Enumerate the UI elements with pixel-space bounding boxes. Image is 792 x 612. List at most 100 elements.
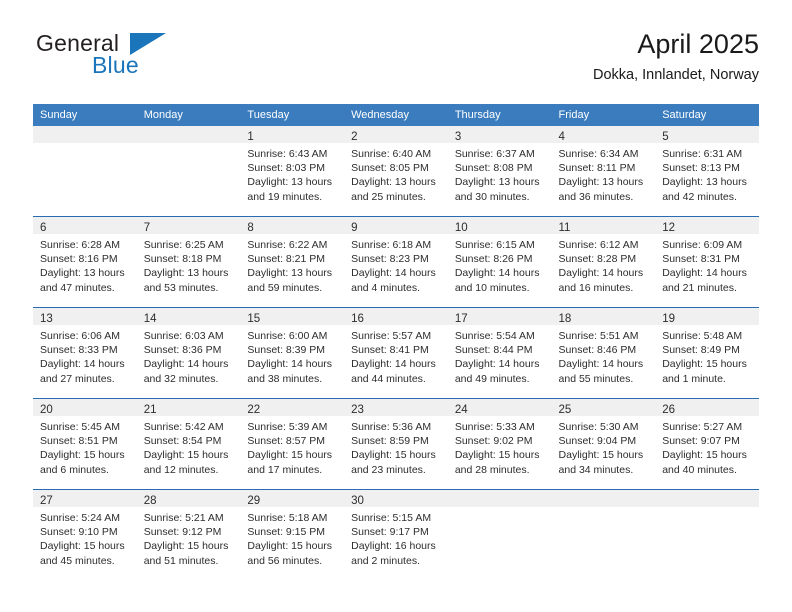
daylight-text: Daylight: 15 hours and 17 minutes.: [247, 449, 333, 476]
day-number: 22: [247, 404, 261, 416]
calendar-day-cell[interactable]: 9 Sunrise: 6:18 AM Sunset: 8:23 PM Daylight…: [344, 216, 448, 308]
calendar-day-cell[interactable]: 11 Sunrise: 6:12 AM Sunset: 8:28 PM Dayligh…: [551, 216, 656, 308]
date-band: 12: [655, 217, 759, 234]
sunrise-text: Sunrise: 5:54 AM: [454, 330, 535, 342]
daylight-text: Daylight: 16 hours and 2 minutes.: [351, 540, 436, 567]
calendar-day-cell[interactable]: 17 Sunrise: 5:54 AM Sunset: 8:44 PM Dayligh…: [447, 307, 552, 399]
calendar-day-cell[interactable]: 18 Sunrise: 5:51 AM Sunset: 8:46 PM Dayligh…: [551, 307, 656, 399]
day-cell-inner: 18 Sunrise: 5:51 AM Sunset: 8:46 PM Dayligh…: [551, 308, 656, 398]
sunrise-text: Sunrise: 6:37 AM: [454, 148, 535, 160]
calendar-day-cell[interactable]: 23 Sunrise: 5:36 AM Sunset: 8:59 PM Dayligh…: [344, 398, 448, 490]
daylight-text: Daylight: 14 hours and 10 minutes.: [454, 267, 540, 294]
date-band: 25: [551, 399, 656, 416]
day-number: 9: [351, 222, 358, 234]
day-cell-inner: [551, 490, 656, 580]
day-cell-inner: 14 Sunrise: 6:03 AM Sunset: 8:36 PM Dayligh…: [136, 308, 241, 398]
sunrise-text: Sunrise: 6:25 AM: [143, 239, 224, 251]
date-band: 7: [136, 217, 241, 234]
day-cell-inner: 30 Sunrise: 5:15 AM Sunset: 9:17 PM Dayligh…: [344, 490, 448, 580]
day-cell-inner: 5 Sunrise: 6:31 AM Sunset: 8:13 PM Daylight…: [655, 126, 759, 216]
daylight-text: Daylight: 15 hours and 1 minute.: [662, 358, 747, 385]
day-cell-inner: 7 Sunrise: 6:25 AM Sunset: 8:18 PM Daylight…: [136, 217, 241, 307]
day-details: Sunrise: 5:42 AM Sunset: 8:54 PM Daylight:…: [137, 416, 241, 477]
calendar-day-cell[interactable]: 16 Sunrise: 5:57 AM Sunset: 8:41 PM Dayligh…: [344, 307, 448, 399]
sunrise-text: Sunrise: 6:09 AM: [662, 239, 743, 251]
day-details: Sunrise: 5:54 AM Sunset: 8:44 PM Daylight:…: [448, 325, 552, 386]
day-number: 21: [143, 404, 157, 416]
sunrise-text: Sunrise: 5:27 AM: [662, 421, 743, 433]
sunrise-text: Sunrise: 5:51 AM: [558, 330, 639, 342]
calendar-day-cell[interactable]: 21 Sunrise: 5:42 AM Sunset: 8:54 PM Dayligh…: [136, 398, 241, 490]
calendar-day-cell[interactable]: 13 Sunrise: 6:06 AM Sunset: 8:33 PM Dayligh…: [33, 307, 137, 399]
day-cell-inner: 20 Sunrise: 5:45 AM Sunset: 8:51 PM Dayligh…: [33, 399, 137, 489]
calendar-day-cell[interactable]: 1 Sunrise: 6:43 AM Sunset: 8:03 PM Daylight…: [240, 126, 345, 217]
sunset-text: Sunset: 9:17 PM: [351, 526, 429, 539]
calendar-day-cell[interactable]: 4 Sunrise: 6:34 AM Sunset: 8:11 PM Daylight…: [551, 126, 656, 217]
day-cell-inner: 6 Sunrise: 6:28 AM Sunset: 8:16 PM Daylight…: [33, 217, 137, 307]
calendar-day-cell[interactable]: 8 Sunrise: 6:22 AM Sunset: 8:21 PM Daylight…: [240, 216, 345, 308]
calendar-day-cell[interactable]: 27 Sunrise: 5:24 AM Sunset: 9:10 PM Dayligh…: [33, 489, 137, 580]
daylight-text: Daylight: 13 hours and 53 minutes.: [143, 267, 229, 294]
calendar-day-cell[interactable]: 26 Sunrise: 5:27 AM Sunset: 9:07 PM Dayligh…: [655, 398, 759, 490]
weekday-header-wednesday: Wednesday: [344, 104, 448, 126]
day-details: Sunrise: 5:39 AM Sunset: 8:57 PM Daylight:…: [240, 416, 344, 477]
calendar-day-cell[interactable]: 6 Sunrise: 6:28 AM Sunset: 8:16 PM Daylight…: [33, 216, 137, 308]
sunrise-text: Sunrise: 5:33 AM: [454, 421, 535, 433]
calendar-day-cell[interactable]: 29 Sunrise: 5:18 AM Sunset: 9:15 PM Dayligh…: [240, 489, 345, 580]
sunset-text: Sunset: 8:16 PM: [40, 253, 118, 266]
day-cell-inner: 15 Sunrise: 6:00 AM Sunset: 8:39 PM Dayligh…: [240, 308, 345, 398]
calendar-day-cell[interactable]: 2 Sunrise: 6:40 AM Sunset: 8:05 PM Daylight…: [344, 126, 448, 217]
day-details: Sunrise: 6:22 AM Sunset: 8:21 PM Daylight:…: [240, 234, 344, 295]
day-number: 11: [558, 222, 571, 234]
calendar-day-cell[interactable]: 19 Sunrise: 5:48 AM Sunset: 8:49 PM Dayligh…: [655, 307, 759, 399]
day-details: Sunrise: 6:43 AM Sunset: 8:03 PM Daylight:…: [240, 143, 344, 204]
day-cell-inner: 22 Sunrise: 5:39 AM Sunset: 8:57 PM Dayligh…: [240, 399, 345, 489]
sunset-text: Sunset: 9:12 PM: [143, 526, 222, 539]
day-details: Sunrise: 6:18 AM Sunset: 8:23 PM Daylight:…: [344, 234, 448, 295]
day-details: Sunrise: 6:03 AM Sunset: 8:36 PM Daylight:…: [137, 325, 241, 386]
general-blue-logo: General Blue: [33, 28, 233, 84]
date-band: 23: [344, 399, 448, 416]
daylight-text: Daylight: 14 hours and 49 minutes.: [454, 358, 540, 385]
day-details: Sunrise: 5:45 AM Sunset: 8:51 PM Daylight:…: [33, 416, 137, 477]
calendar-day-cell[interactable]: 28 Sunrise: 5:21 AM Sunset: 9:12 PM Dayligh…: [136, 489, 241, 580]
sunset-text: Sunset: 8:11 PM: [558, 162, 636, 175]
weekday-header-row: Sunday Monday Tuesday Wednesday Thursday…: [33, 104, 759, 126]
day-number: 12: [662, 222, 676, 234]
daylight-text: Daylight: 13 hours and 47 minutes.: [40, 267, 125, 294]
calendar-week-row: 6 Sunrise: 6:28 AM Sunset: 8:16 PM Daylight…: [33, 216, 759, 308]
calendar-day-cell[interactable]: 5 Sunrise: 6:31 AM Sunset: 8:13 PM Daylight…: [655, 126, 759, 217]
calendar-day-cell[interactable]: 7 Sunrise: 6:25 AM Sunset: 8:18 PM Daylight…: [136, 216, 241, 308]
sunset-text: Sunset: 8:44 PM: [454, 344, 533, 357]
day-details: Sunrise: 5:27 AM Sunset: 9:07 PM Daylight:…: [655, 416, 759, 477]
date-band: 22: [240, 399, 345, 416]
calendar-day-cell[interactable]: 12 Sunrise: 6:09 AM Sunset: 8:31 PM Dayligh…: [655, 216, 759, 308]
calendar-day-cell[interactable]: 3 Sunrise: 6:37 AM Sunset: 8:08 PM Daylight…: [447, 126, 552, 217]
calendar-day-cell[interactable]: 14 Sunrise: 6:03 AM Sunset: 8:36 PM Dayligh…: [136, 307, 241, 399]
calendar-day-cell[interactable]: 10 Sunrise: 6:15 AM Sunset: 8:26 PM Dayligh…: [447, 216, 552, 308]
daylight-text: Daylight: 14 hours and 27 minutes.: [40, 358, 125, 385]
day-cell-inner: [33, 126, 137, 216]
day-number: 30: [351, 495, 364, 507]
sunrise-text: Sunrise: 5:39 AM: [247, 421, 328, 433]
sunset-text: Sunset: 8:18 PM: [143, 253, 222, 266]
sunset-text: Sunset: 8:21 PM: [247, 253, 326, 266]
sunrise-text: Sunrise: 5:42 AM: [143, 421, 224, 433]
day-details: Sunrise: 6:28 AM Sunset: 8:16 PM Daylight:…: [33, 234, 137, 295]
day-details: Sunrise: 6:37 AM Sunset: 8:08 PM Daylight:…: [448, 143, 552, 204]
calendar-day-cell[interactable]: 22 Sunrise: 5:39 AM Sunset: 8:57 PM Dayligh…: [240, 398, 345, 490]
daylight-text: Daylight: 14 hours and 32 minutes.: [143, 358, 229, 385]
sunset-text: Sunset: 8:05 PM: [351, 162, 429, 175]
day-details: Sunrise: 6:34 AM Sunset: 8:11 PM Daylight:…: [552, 143, 656, 204]
calendar-day-cell[interactable]: 30 Sunrise: 5:15 AM Sunset: 9:17 PM Dayligh…: [344, 489, 448, 580]
calendar-day-cell[interactable]: 25 Sunrise: 5:30 AM Sunset: 9:04 PM Dayligh…: [551, 398, 656, 490]
sunrise-text: Sunrise: 6:15 AM: [454, 239, 535, 251]
calendar-day-cell[interactable]: 24 Sunrise: 5:33 AM Sunset: 9:02 PM Dayligh…: [447, 398, 552, 490]
weekday-header-monday: Monday: [136, 104, 241, 126]
calendar-day-cell[interactable]: 20 Sunrise: 5:45 AM Sunset: 8:51 PM Dayligh…: [33, 398, 137, 490]
day-cell-inner: 10 Sunrise: 6:15 AM Sunset: 8:26 PM Dayligh…: [447, 217, 552, 307]
day-cell-inner: 12 Sunrise: 6:09 AM Sunset: 8:31 PM Dayligh…: [655, 217, 759, 307]
weekday-header-saturday: Saturday: [655, 104, 759, 126]
daylight-text: Daylight: 15 hours and 45 minutes.: [40, 540, 125, 567]
calendar-day-cell[interactable]: 15 Sunrise: 6:00 AM Sunset: 8:39 PM Dayligh…: [240, 307, 345, 399]
